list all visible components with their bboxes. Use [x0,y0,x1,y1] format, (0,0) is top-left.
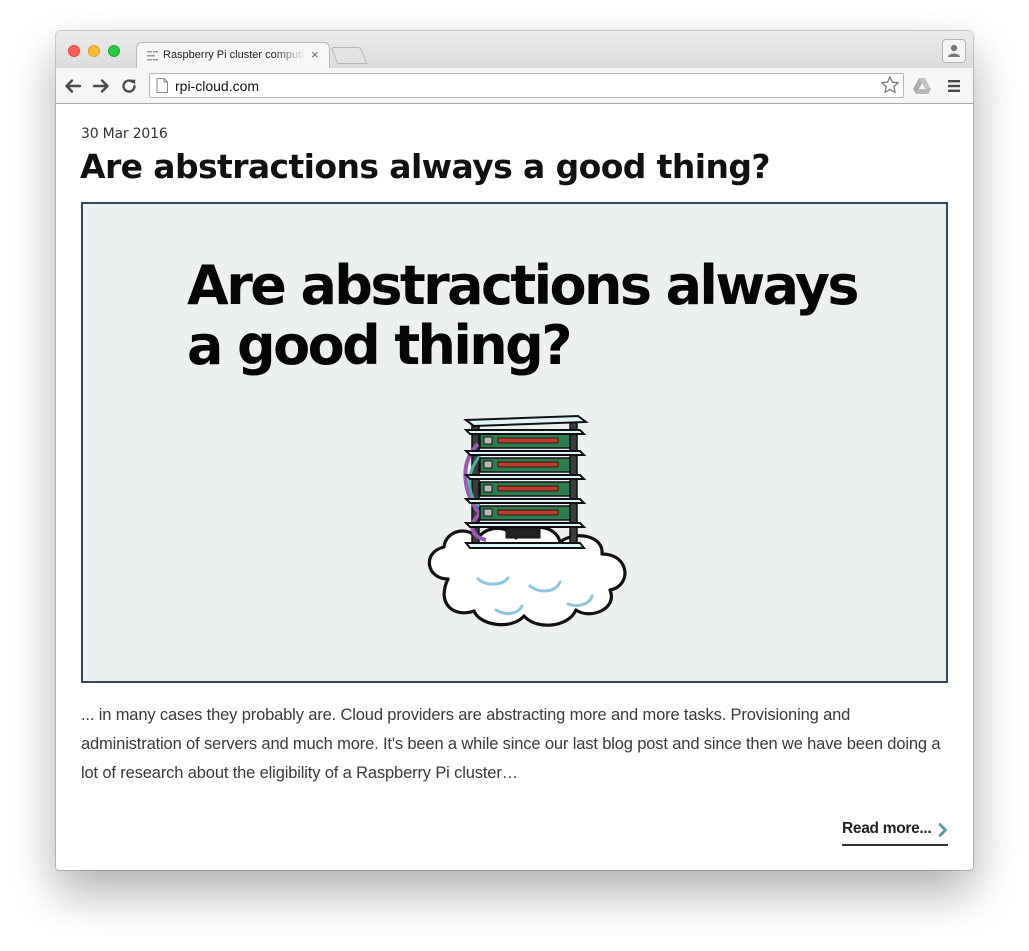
read-more-label: Read more... [842,820,932,837]
cloud-icon [427,525,627,627]
browser-toolbar: rpi-cloud.com [56,68,973,104]
back-arrow-icon[interactable] [64,77,82,95]
url-text[interactable]: rpi-cloud.com [175,78,259,94]
menu-icon[interactable] [947,79,961,93]
page-content: 30 Mar 2016 Are abstractions always a go… [56,104,973,870]
zoom-window-button[interactable] [108,45,120,57]
profile-icon [948,44,960,57]
tab-close-icon[interactable]: × [311,47,319,63]
new-tab-button[interactable] [330,47,368,64]
read-more-link[interactable]: Read more... [842,816,948,846]
close-window-button[interactable] [68,45,80,57]
browser-window: Raspberry Pi cluster computing × rpi-clo… [56,31,973,870]
chevron-right-icon [938,823,947,837]
reload-icon[interactable] [120,77,138,95]
minimize-window-button[interactable] [88,45,100,57]
hero-image-text: Are abstractions always a good thing? [187,254,860,377]
browser-tab[interactable]: Raspberry Pi cluster computing × [136,42,330,68]
title-bar: Raspberry Pi cluster computing × [56,31,973,68]
forward-arrow-icon[interactable] [92,77,110,95]
page-icon [156,78,168,93]
bookmark-star-icon[interactable] [880,75,900,95]
hero-image[interactable]: Are abstractions always a good thing? [81,202,948,683]
post-date: 30 Mar 2016 [81,126,168,142]
tab-title: Raspberry Pi cluster computing [163,49,305,61]
google-drive-icon[interactable] [912,77,932,95]
raspberry-pi-cluster-cloud-illustration [427,414,627,627]
site-favicon-icon [147,51,158,61]
post-excerpt: ... in many cases they probably are. Clo… [81,706,941,782]
post-title[interactable]: Are abstractions always a good thing? [80,147,771,186]
address-bar[interactable]: rpi-cloud.com [149,73,904,98]
profile-button[interactable] [942,39,966,63]
